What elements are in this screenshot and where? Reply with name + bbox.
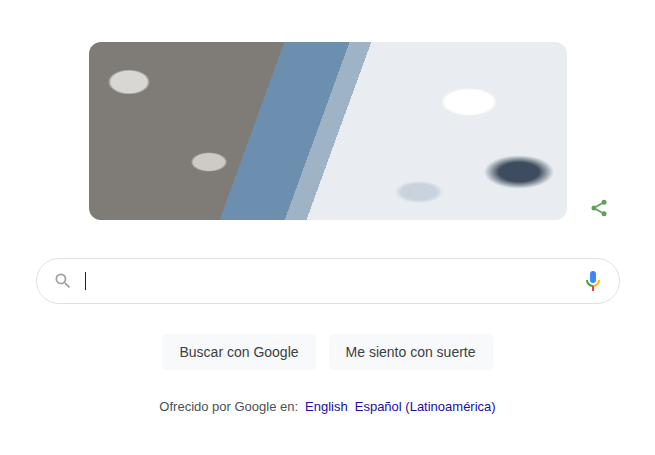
search-button[interactable]: Buscar con Google <box>162 334 315 370</box>
doodle-image[interactable] <box>89 42 567 220</box>
search-box <box>36 258 620 304</box>
language-link[interactable]: English <box>305 399 348 414</box>
text-caret <box>85 272 86 290</box>
share-icon <box>589 198 609 218</box>
google-home-page: Buscar con Google Me siento con suerte Ofr… <box>0 0 655 455</box>
search-icon <box>53 271 73 291</box>
doodle-area <box>89 42 567 220</box>
search-input[interactable] <box>85 269 569 293</box>
search-button[interactable]: Me siento con suerte <box>329 334 493 370</box>
microphone-icon[interactable] <box>581 269 605 293</box>
language-bar: Ofrecido por Google en: English Español (L… <box>159 399 495 414</box>
button-row: Buscar con Google Me siento con suerte <box>162 334 492 370</box>
language-label: Ofrecido por Google en: <box>159 399 298 414</box>
language-link[interactable]: Español (Latinoamérica) <box>355 399 496 414</box>
share-button[interactable] <box>587 196 611 220</box>
